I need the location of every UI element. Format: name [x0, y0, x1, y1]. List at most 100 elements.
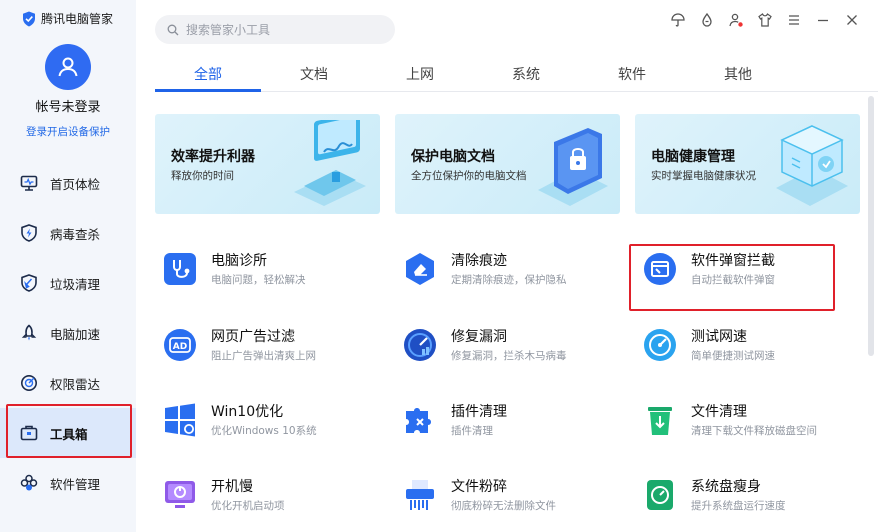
health-cube-illustration — [776, 125, 848, 206]
search-icon — [167, 24, 179, 35]
banner-subtitle: 实时掌握电脑健康状况 — [651, 170, 756, 182]
tool-speed-test[interactable]: 测试网速 简单便捷测试网速 — [637, 326, 837, 378]
tool-name: Win10优化 — [211, 404, 284, 420]
banner-health[interactable]: 电脑健康管理 实时掌握电脑健康状况 — [635, 114, 860, 214]
tool-name: 网页广告过滤 — [211, 329, 295, 345]
tool-desc: 插件清理 — [451, 425, 493, 437]
sidebar-item-label: 权限雷达 — [50, 376, 101, 392]
tool-win10-optimize[interactable]: Win10优化 优化Windows 10系统 — [157, 401, 357, 453]
umbrella-icon[interactable] — [668, 10, 688, 30]
tool-fix-vulnerabilities[interactable]: 修复漏洞 修复漏洞，拦杀木马病毒 — [397, 326, 597, 378]
windows-logo-icon — [165, 403, 195, 437]
tool-desc: 彻底粉碎无法删除文件 — [451, 500, 556, 512]
tool-file-shredder[interactable]: 文件粉碎 彻底粉碎无法删除文件 — [397, 476, 597, 528]
tab-system[interactable]: 系统 — [473, 54, 579, 91]
apps-icon — [20, 474, 38, 492]
menu-icon[interactable] — [784, 10, 804, 30]
tool-name: 软件弹窗拦截 — [691, 253, 775, 269]
search-input[interactable] — [186, 22, 376, 37]
tool-desc: 提升系统盘运行速度 — [691, 500, 786, 512]
tool-slow-boot[interactable]: 开机慢 优化开机启动项 — [157, 476, 357, 528]
tool-desc: 简单便捷测试网速 — [691, 350, 775, 362]
sidebar-item-label: 工具箱 — [50, 426, 88, 442]
minimize-icon[interactable] — [813, 10, 833, 30]
toolbox-icon — [20, 424, 38, 442]
puzzle-icon — [406, 408, 431, 433]
sidebar: 腾讯电脑管家 帐号未登录 登录开启设备保护 首页体检 病毒查杀 垃圾清理 电脑加… — [0, 0, 136, 532]
sidebar-item-virus-scan[interactable]: 病毒查杀 — [0, 208, 136, 258]
account-service-icon[interactable] — [726, 10, 746, 30]
tab-other[interactable]: 其他 — [685, 54, 791, 91]
banner-subtitle: 释放你的时间 — [171, 170, 234, 182]
search-bar[interactable] — [155, 15, 395, 44]
category-tabs: 全部 文档 上网 系统 软件 其他 — [155, 54, 878, 92]
banner-title: 效率提升利器 — [171, 149, 255, 165]
tool-desc: 电脑问题，轻松解决 — [211, 274, 306, 286]
window-controls — [668, 10, 862, 30]
sidebar-item-label: 软件管理 — [50, 476, 101, 492]
tab-all[interactable]: 全部 — [155, 54, 261, 92]
sidebar-item-label: 首页体检 — [50, 176, 101, 192]
scrollbar[interactable] — [868, 92, 874, 532]
monitor-icon — [20, 174, 38, 192]
sidebar-nav: 首页体检 病毒查杀 垃圾清理 电脑加速 权限雷达 工具箱 软件管理 — [0, 158, 136, 508]
tool-popup-blocker[interactable]: 软件弹窗拦截 自动拦截软件弹窗 — [637, 250, 837, 302]
tool-name: 系统盘瘦身 — [691, 479, 761, 495]
ad-icon-text: AD — [173, 342, 187, 352]
sidebar-item-home-check[interactable]: 首页体检 — [0, 158, 136, 208]
sidebar-item-label: 病毒查杀 — [50, 226, 101, 242]
close-icon[interactable] — [842, 10, 862, 30]
sidebar-item-permission-radar[interactable]: 权限雷达 — [0, 358, 136, 408]
boot-monitor-icon — [165, 481, 195, 508]
banner-subtitle: 全方位保护你的电脑文档 — [411, 170, 527, 182]
user-icon — [58, 57, 78, 77]
scroll-thumb[interactable] — [868, 96, 874, 356]
tab-internet[interactable]: 上网 — [367, 54, 473, 91]
sidebar-item-junk-clean[interactable]: 垃圾清理 — [0, 258, 136, 308]
shredder-icon — [406, 480, 434, 510]
banner-efficiency[interactable]: 效率提升利器 释放你的时间 — [155, 114, 380, 214]
sidebar-item-toolbox[interactable]: 工具箱 — [0, 408, 136, 458]
disk-slim-icon — [647, 480, 673, 510]
broom-icon — [20, 274, 38, 292]
tool-file-clean[interactable]: 文件清理 清理下载文件释放磁盘空间 — [637, 401, 837, 453]
avatar[interactable] — [45, 44, 91, 90]
tool-desc: 修复漏洞，拦杀木马病毒 — [451, 350, 567, 362]
sidebar-item-software-manager[interactable]: 软件管理 — [0, 458, 136, 508]
stethoscope-icon — [164, 253, 196, 285]
banner-doc-protect[interactable]: 保护电脑文档 全方位保护你的电脑文档 — [395, 114, 620, 214]
tool-desc: 阻止广告弹出清爽上网 — [211, 350, 316, 362]
tool-plugin-clean[interactable]: 插件清理 插件清理 — [397, 401, 597, 453]
radar-icon — [20, 374, 38, 392]
shield-logo-icon — [23, 11, 35, 26]
tool-name: 清除痕迹 — [451, 253, 507, 269]
tool-name: 插件清理 — [451, 404, 507, 420]
sidebar-item-label: 垃圾清理 — [50, 276, 101, 292]
efficiency-monitor-illustration — [294, 120, 366, 206]
tool-desc: 清理下载文件释放磁盘空间 — [691, 425, 817, 437]
tool-desc: 定期清除痕迹，保护隐私 — [451, 274, 567, 286]
tool-name: 开机慢 — [211, 479, 253, 495]
tab-software[interactable]: 软件 — [579, 54, 685, 91]
document-lock-illustration — [538, 128, 608, 206]
ad-block-icon: AD — [164, 329, 196, 361]
tool-desc: 自动拦截软件弹窗 — [691, 274, 775, 286]
tool-name: 测试网速 — [691, 329, 747, 345]
tool-name: 修复漏洞 — [451, 329, 507, 345]
login-link[interactable]: 登录开启设备保护 — [0, 124, 136, 139]
patch-gauge-icon — [404, 329, 436, 361]
tool-ad-filter[interactable]: AD 网页广告过滤 阻止广告弹出清爽上网 — [157, 326, 357, 378]
sidebar-item-speedup[interactable]: 电脑加速 — [0, 308, 136, 358]
tool-desc: 优化Windows 10系统 — [211, 425, 317, 437]
trash-bin-icon — [648, 407, 672, 435]
tool-pc-clinic[interactable]: 电脑诊所 电脑问题，轻松解决 — [157, 250, 357, 302]
tab-documents[interactable]: 文档 — [261, 54, 367, 91]
tool-name: 电脑诊所 — [211, 253, 267, 269]
account-name: 帐号未登录 — [35, 100, 101, 115]
sidebar-item-label: 电脑加速 — [50, 326, 101, 342]
tool-clear-traces[interactable]: 清除痕迹 定期清除痕迹，保护隐私 — [397, 250, 597, 302]
tool-system-disk-slim[interactable]: 系统盘瘦身 提升系统盘运行速度 — [637, 476, 837, 528]
skin-shirt-icon[interactable] — [755, 10, 775, 30]
tool-desc: 优化开机启动项 — [211, 500, 285, 512]
drop-icon[interactable] — [697, 10, 717, 30]
